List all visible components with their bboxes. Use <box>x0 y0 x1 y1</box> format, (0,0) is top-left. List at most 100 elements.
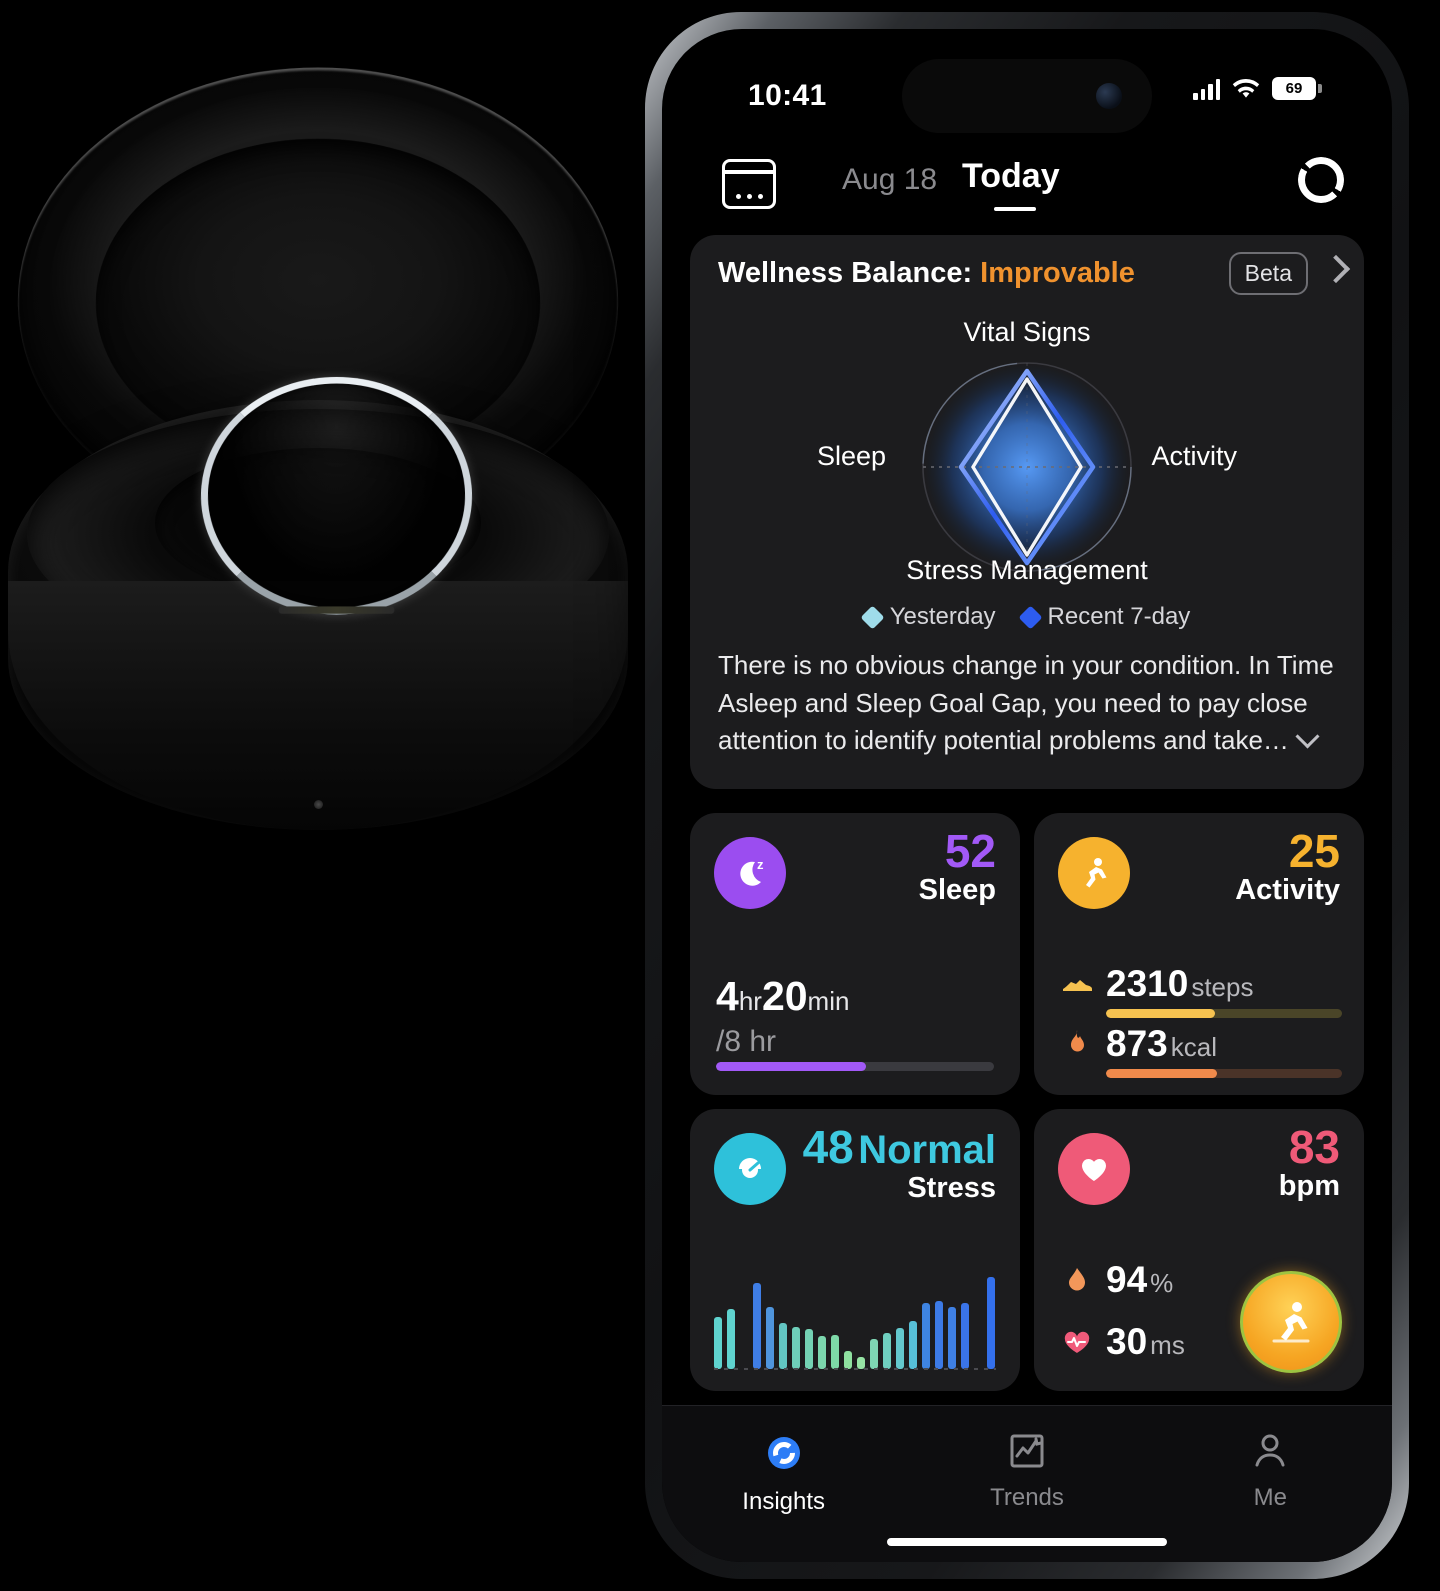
hrv-unit: ms <box>1150 1330 1185 1360</box>
sleep-goal: /8 hr <box>716 1025 777 1058</box>
phone-frame: 10:41 69 Aug 18 Today Wellness Balance: … <box>645 12 1409 1579</box>
status-time: 10:41 <box>748 79 827 112</box>
stress-bar <box>766 1307 774 1369</box>
stress-bar <box>883 1333 891 1369</box>
radar-axis-stress: Stress Management <box>906 555 1148 585</box>
wellness-description: There is no obvious change in your condi… <box>718 650 1334 756</box>
sync-ring-icon[interactable] <box>1298 157 1344 203</box>
vital-signs-title: Vital Signs <box>963 317 1091 347</box>
battery-indicator: 69 <box>1272 77 1322 100</box>
wellness-status: Improvable <box>980 257 1135 289</box>
sleep-card[interactable]: z 52 Sleep 4hr20min /8 hr <box>690 813 1020 1095</box>
tab-label-insights: Insights <box>742 1488 826 1515</box>
stress-bar <box>948 1307 956 1369</box>
stress-status: Normal <box>858 1128 996 1172</box>
tab-insights[interactable]: Insights <box>662 1406 905 1562</box>
activity-card[interactable]: 25 Activity 2310 steps 873 kcal <box>1034 813 1364 1095</box>
activity-card-label: Activity <box>1235 874 1340 907</box>
spo2-value: 94 <box>1106 1259 1148 1300</box>
kcal-progress-bar <box>1106 1069 1342 1078</box>
steps-progress-bar <box>1106 1009 1342 1018</box>
main-content: Wellness Balance: Improvable Beta Vital … <box>662 235 1392 1562</box>
legend-item-yesterday: Yesterday <box>860 603 996 631</box>
case-base-side <box>8 580 628 830</box>
stress-bar-chart <box>714 1269 995 1369</box>
stress-gauge-icon <box>714 1133 786 1205</box>
wifi-icon <box>1232 78 1260 100</box>
activity-kcal-row: 873 kcal <box>1060 1023 1344 1065</box>
steps-progress-fill <box>1106 1009 1215 1018</box>
calendar-icon[interactable] <box>722 159 776 209</box>
steps-unit: steps <box>1191 972 1254 1002</box>
sleep-hours-unit: hr <box>738 986 762 1016</box>
sleep-minutes-unit: min <box>807 986 850 1016</box>
svg-text:z: z <box>757 857 764 872</box>
front-camera-icon <box>1096 83 1122 109</box>
tab-label-trends: Trends <box>990 1484 1064 1511</box>
activity-score-block: 25 Activity <box>1235 827 1340 907</box>
stress-bar <box>870 1339 878 1369</box>
dynamic-island <box>902 59 1152 133</box>
stress-bar <box>727 1309 735 1369</box>
status-indicators: 69 <box>1193 77 1322 100</box>
stress-score-row: 48 Normal <box>803 1123 996 1173</box>
product-image-ring-charging-case <box>0 0 660 1051</box>
tab-label-me: Me <box>1253 1484 1287 1511</box>
stress-bar <box>714 1317 722 1369</box>
kcal-progress-fill <box>1106 1069 1217 1078</box>
spo2-unit: % <box>1150 1268 1174 1298</box>
stress-bar <box>922 1303 930 1369</box>
running-icon <box>1058 837 1130 909</box>
stress-bar <box>753 1283 761 1369</box>
sleep-moon-icon: z <box>714 837 786 909</box>
stress-bar <box>896 1328 904 1369</box>
legend-diamond-icon <box>860 604 885 630</box>
wellness-title: Wellness Balance: <box>718 257 973 289</box>
tab-me[interactable]: Me <box>1149 1406 1392 1562</box>
legend-item-recent-7day: Recent 7-day <box>1018 603 1191 631</box>
legend-label: Yesterday <box>889 603 996 630</box>
nav-date-previous[interactable]: Aug 18 <box>842 163 937 197</box>
steps-value: 2310 <box>1106 963 1189 1004</box>
calendar-dots <box>725 194 773 199</box>
stress-bar <box>818 1336 826 1369</box>
vital-signs-radar-chart: Sleep Activity <box>817 355 1237 572</box>
stress-bar <box>792 1327 800 1369</box>
heart-rate-value: 83 <box>1288 1121 1340 1173</box>
case-led-indicator <box>313 799 323 809</box>
phone-screen: 10:41 69 Aug 18 Today Wellness Balance: … <box>662 29 1392 1562</box>
legend-label: Recent 7-day <box>1047 603 1191 630</box>
stress-bar <box>805 1329 813 1369</box>
radar-axis-sleep: Sleep <box>817 441 887 471</box>
trends-chart-icon <box>1006 1430 1048 1472</box>
stress-bar <box>961 1303 969 1369</box>
heart-score-block: 83 bpm <box>1279 1123 1340 1203</box>
flame-icon <box>1060 1029 1094 1059</box>
stress-chart-baseline <box>714 1368 996 1370</box>
heart-icon <box>1058 1133 1130 1205</box>
app-header: Aug 18 Today <box>662 149 1392 231</box>
stress-card[interactable]: 48 Normal Stress <box>690 1109 1020 1391</box>
nav-tab-today[interactable]: Today <box>962 157 1060 196</box>
chevron-down-icon[interactable] <box>1295 724 1320 749</box>
bottom-tab-bar: Insights Trends Me <box>662 1405 1392 1562</box>
home-indicator <box>887 1538 1167 1546</box>
activity-steps-row: 2310 steps <box>1060 963 1344 1005</box>
legend-diamond-icon <box>1018 604 1043 630</box>
radar-axis-activity: Activity <box>1151 441 1237 471</box>
stress-bar <box>844 1351 852 1369</box>
nav-active-underline <box>994 207 1036 211</box>
stress-card-label: Stress <box>907 1172 996 1204</box>
stress-bar <box>779 1323 787 1369</box>
heart-rate-card[interactable]: 83 bpm 94% 30 ms <box>1034 1109 1364 1391</box>
person-icon <box>1249 1430 1291 1472</box>
blood-drop-icon <box>1060 1265 1094 1295</box>
cellular-signal-icon <box>1193 78 1220 100</box>
beta-badge: Beta <box>1228 252 1308 295</box>
wellness-balance-card[interactable]: Wellness Balance: Improvable Beta Vital … <box>690 235 1364 789</box>
wellness-description-wrapper[interactable]: There is no obvious change in your condi… <box>718 647 1340 760</box>
stress-score: 48 <box>802 1121 854 1173</box>
sleep-hours: 4 <box>716 973 739 1019</box>
hrv-value: 30 <box>1106 1321 1148 1362</box>
running-workout-icon[interactable] <box>1240 1271 1342 1373</box>
